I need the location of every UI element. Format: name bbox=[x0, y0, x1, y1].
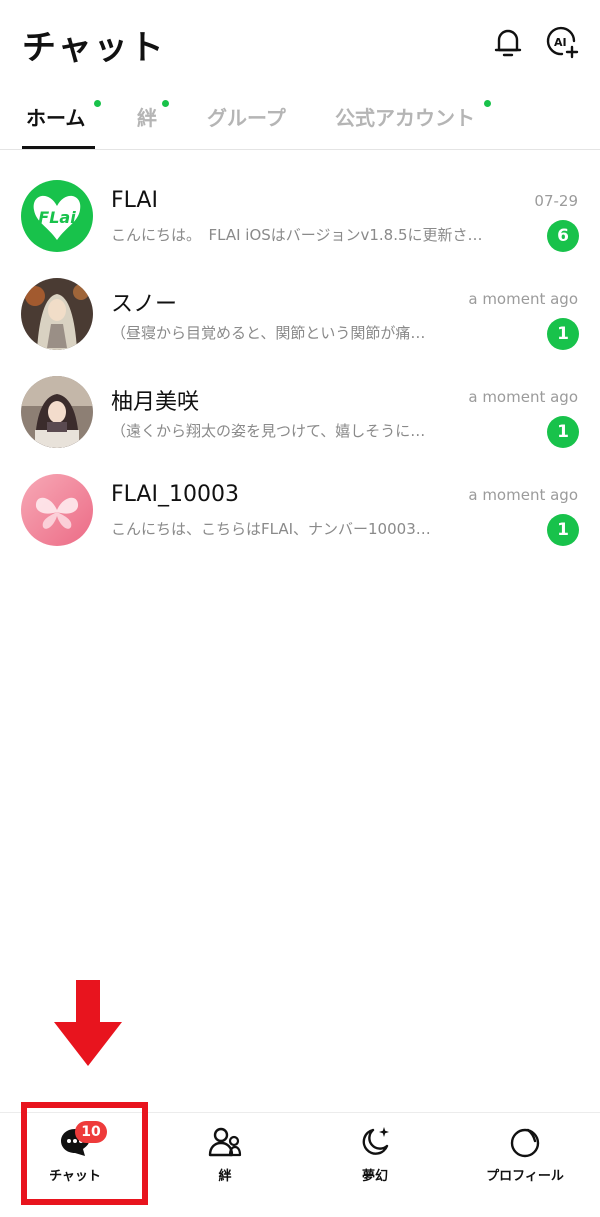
tab-home[interactable]: ホーム bbox=[26, 100, 101, 131]
profile-circle-icon bbox=[510, 1128, 540, 1158]
chat-preview: こんにちは。 FLAI iOSはバージョンv1.8.5に更新さ… bbox=[111, 226, 483, 244]
chat-name: FLAI bbox=[111, 188, 158, 213]
avatar bbox=[21, 474, 93, 546]
bell-icon[interactable] bbox=[490, 24, 526, 60]
chat-time: 07-29 bbox=[534, 192, 578, 210]
avatar bbox=[21, 376, 93, 448]
chat-time: a moment ago bbox=[468, 388, 578, 406]
svg-text:AI: AI bbox=[554, 36, 567, 49]
chat-name: スノー bbox=[111, 292, 178, 317]
chat-preview: （昼寝から目覚めると、関節という関節が痛… bbox=[111, 324, 426, 342]
unread-badge: 6 bbox=[547, 220, 579, 252]
nav-label: 夢幻 bbox=[361, 1169, 388, 1184]
unread-badge: 1 bbox=[547, 318, 579, 350]
tab-group-label: グループ bbox=[207, 106, 286, 130]
tab-group[interactable]: グループ bbox=[207, 102, 286, 131]
tab-home-label: ホーム bbox=[26, 106, 86, 130]
chat-name: FLAI_10003 bbox=[111, 482, 239, 507]
tab-bar: ホーム 絆 グループ 公式アカウント bbox=[0, 92, 600, 150]
avatar-logo-text: FLai bbox=[38, 208, 76, 227]
avatar: FLai bbox=[21, 180, 93, 252]
highlight-annotation-box bbox=[21, 1102, 148, 1205]
chat-row[interactable]: 柚月美咲 （遠くから翔太の姿を見つけて、嬉しそうに… a moment ago … bbox=[0, 356, 600, 454]
ai-add-icon[interactable]: AI bbox=[544, 24, 580, 60]
tab-official-accounts-new-dot bbox=[484, 100, 491, 107]
chat-row[interactable]: FLAI_10003 こんにちは、こちらはFLAI、ナンバー10003… a m… bbox=[0, 454, 600, 552]
avatar bbox=[21, 278, 93, 350]
chat-time: a moment ago bbox=[468, 290, 578, 308]
tab-bonds-label: 絆 bbox=[137, 106, 157, 130]
chat-preview: （遠くから翔太の姿を見つけて、嬉しそうに… bbox=[111, 422, 426, 440]
unread-badge: 1 bbox=[547, 416, 579, 448]
tab-bonds[interactable]: 絆 bbox=[137, 100, 169, 131]
chat-row[interactable]: スノー （昼寝から目覚めると、関節という関節が痛… a moment ago 1 bbox=[0, 258, 600, 356]
down-arrow-annotation-icon bbox=[54, 980, 122, 1066]
tab-home-new-dot bbox=[94, 100, 101, 107]
nav-label: 絆 bbox=[218, 1169, 232, 1184]
nav-item-bonds[interactable]: 絆 bbox=[165, 1125, 285, 1195]
unread-badge: 1 bbox=[547, 514, 579, 546]
people-icon bbox=[208, 1127, 242, 1157]
chat-row[interactable]: FLai FLAI こんにちは。 FLAI iOSはバージョンv1.8.5に更新… bbox=[0, 160, 600, 258]
chat-name: 柚月美咲 bbox=[111, 390, 200, 415]
tab-official-accounts[interactable]: 公式アカウント bbox=[335, 100, 491, 131]
nav-label: プロフィール bbox=[486, 1169, 564, 1184]
chat-time: a moment ago bbox=[468, 486, 578, 504]
chat-preview: こんにちは、こちらはFLAI、ナンバー10003… bbox=[111, 520, 431, 538]
tab-bonds-new-dot bbox=[162, 100, 169, 107]
nav-item-profile[interactable]: プロフィール bbox=[465, 1125, 585, 1195]
moon-sparkle-icon bbox=[362, 1127, 389, 1155]
nav-item-dream[interactable]: 夢幻 bbox=[315, 1125, 435, 1195]
active-tab-indicator bbox=[22, 146, 95, 149]
page-title: チャット bbox=[22, 28, 166, 68]
header: チャット AI bbox=[0, 0, 600, 90]
tab-official-accounts-label: 公式アカウント bbox=[335, 106, 475, 130]
